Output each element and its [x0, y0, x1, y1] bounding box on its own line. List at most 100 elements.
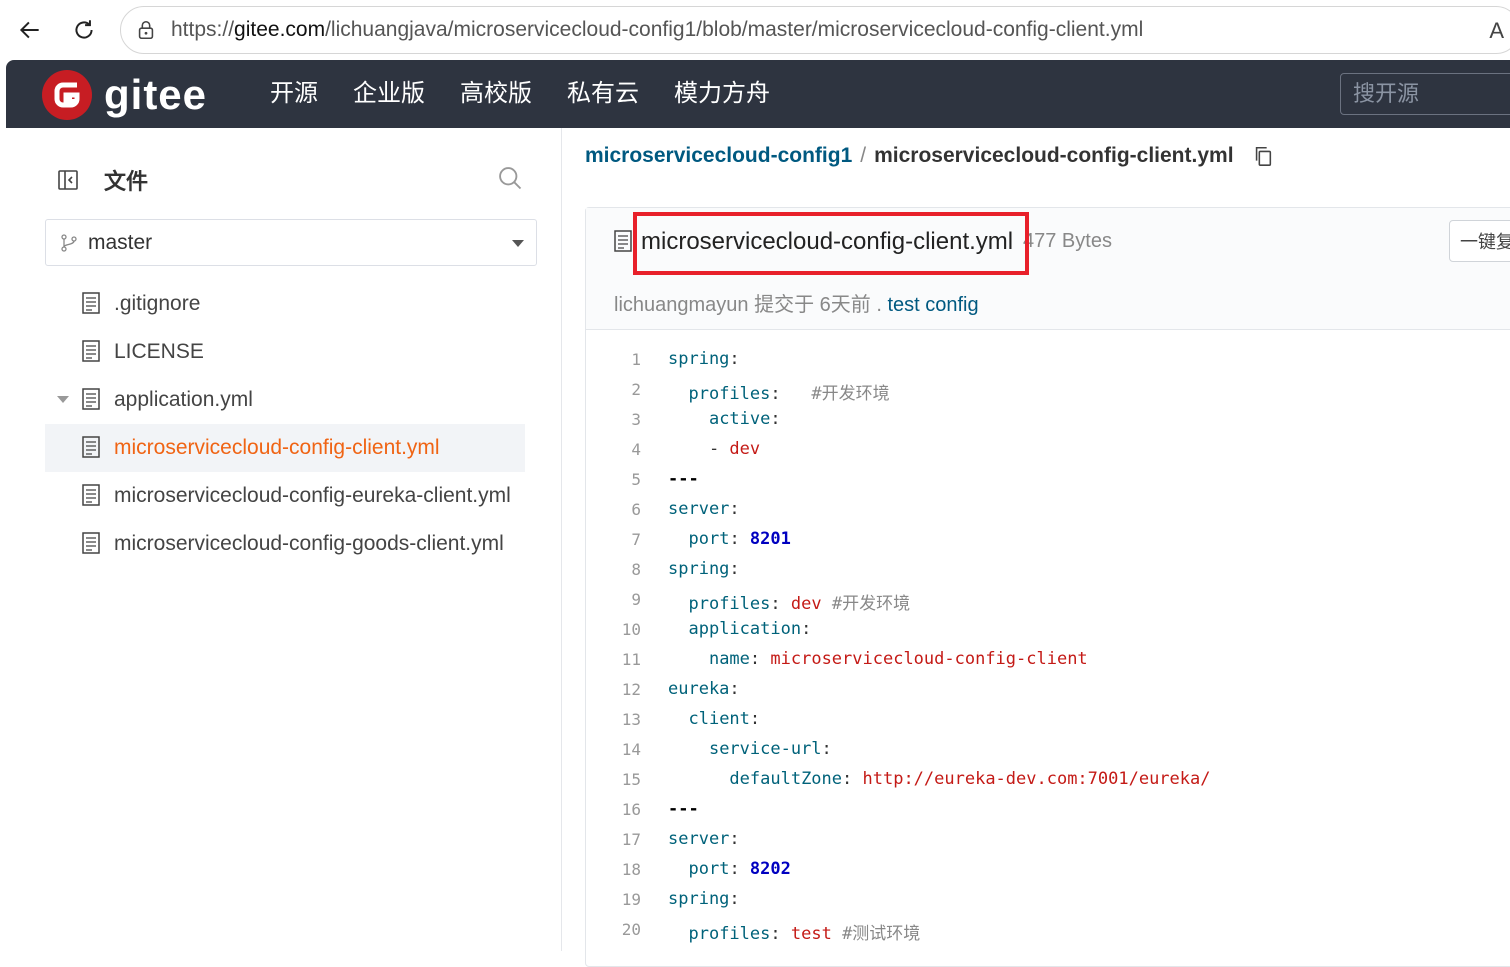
commit-message-link[interactable]: test config — [887, 294, 978, 316]
file-icon — [614, 230, 632, 252]
line-number[interactable]: 15 — [586, 770, 641, 789]
line-number[interactable]: 12 — [586, 680, 641, 699]
code-line: 17 server: — [586, 825, 1510, 855]
code-line: 2 profiles: #开发环境 — [586, 375, 1510, 405]
code-line: 6 server: — [586, 495, 1510, 525]
code-text: application: — [688, 619, 812, 639]
branch-select[interactable]: master — [45, 219, 537, 266]
nav-enterprise[interactable]: 企业版 — [353, 76, 425, 112]
code-text: client: — [688, 709, 761, 729]
nav-open-source[interactable]: 开源 — [270, 76, 318, 112]
back-arrow-icon — [19, 21, 39, 39]
file-tree: .gitignore LICENSE application.yml micro… — [45, 280, 525, 568]
code-text: defaultZone: http://eureka-dev.com:7001/… — [729, 769, 1211, 789]
code-line: 9 profiles: dev #开发环境 — [586, 585, 1510, 615]
file-name: application.yml — [114, 388, 253, 411]
address-bar[interactable]: https://gitee.com/lichuangjava/microserv… — [120, 6, 1510, 54]
code-text: spring: — [668, 889, 740, 909]
code-text: server: — [668, 829, 740, 849]
code-line: 15 defaultZone: http://eureka-dev.com:70… — [586, 765, 1510, 795]
site-header: gitee 开源 企业版 高校版 私有云 模力方舟 — [6, 60, 1510, 128]
nav-moli[interactable]: 模力方舟 — [674, 76, 770, 112]
code-line: 18 port: 8202 — [586, 855, 1510, 885]
code-text: spring: — [668, 349, 740, 369]
file-icon — [82, 340, 100, 362]
line-number[interactable]: 16 — [586, 800, 641, 819]
code-line: 12 eureka: — [586, 675, 1510, 705]
branch-icon — [61, 233, 77, 252]
code-text: eureka: — [668, 679, 740, 699]
line-number[interactable]: 2 — [586, 380, 641, 399]
nav-education[interactable]: 高校版 — [460, 76, 532, 112]
code-text: profiles: #开发环境 — [688, 384, 890, 404]
line-number[interactable]: 6 — [586, 500, 641, 519]
code-line: 20 profiles: test #测试环境 — [586, 915, 1510, 945]
code-text: service-url: — [708, 739, 832, 759]
code-view: 1 spring: 2 profiles: #开发环境 3 active: 4 - de… — [586, 330, 1510, 945]
header-search[interactable] — [1340, 73, 1510, 115]
code-line: 5 --- — [586, 465, 1510, 495]
breadcrumb-repo-link[interactable]: microservicecloud-config1 — [585, 144, 852, 168]
url-text[interactable]: https://gitee.com/lichuangjava/microserv… — [171, 18, 1143, 42]
breadcrumb: microservicecloud-config1 / microservice… — [585, 144, 1274, 168]
code-text: port: 8202 — [688, 859, 791, 879]
line-number[interactable]: 8 — [586, 560, 641, 579]
file-icon — [82, 292, 100, 314]
reload-icon — [75, 20, 93, 39]
commit-time: 提交于 6天前 . — [748, 294, 888, 316]
expand-caret-icon[interactable] — [57, 396, 69, 403]
code-line: 16 --- — [586, 795, 1510, 825]
code-text: name: microservicecloud-config-client — [708, 649, 1088, 669]
file-name: .gitignore — [114, 292, 201, 315]
file-name: LICENSE — [114, 340, 204, 363]
logo-text: gitee — [104, 71, 208, 118]
line-number[interactable]: 17 — [586, 830, 641, 849]
line-number[interactable]: 20 — [586, 920, 641, 939]
file-tree-item[interactable]: .gitignore — [45, 280, 525, 328]
line-number[interactable]: 7 — [586, 530, 641, 549]
commit-info: lichuangmayun 提交于 6天前 . test config — [614, 288, 979, 317]
branch-name: master — [88, 230, 153, 254]
sidebar-toggle-icon[interactable] — [56, 168, 80, 192]
annotation-highlight-box — [633, 212, 1029, 275]
line-number[interactable]: 5 — [586, 470, 641, 489]
line-number[interactable]: 18 — [586, 860, 641, 879]
header-search-input[interactable] — [1341, 74, 1510, 114]
reload-button[interactable] — [66, 12, 102, 48]
code-line: 19 spring: — [586, 885, 1510, 915]
file-tree-item[interactable]: microservicecloud-config-eureka-client.y… — [45, 472, 525, 520]
breadcrumb-file: microservicecloud-config-client.yml — [874, 144, 1234, 167]
line-number[interactable]: 9 — [586, 590, 641, 609]
file-icon — [82, 436, 100, 458]
commit-author[interactable]: lichuangmayun — [614, 294, 749, 316]
code-line: 10 application: — [586, 615, 1510, 645]
file-name: microservicecloud-config-eureka-client.y… — [114, 484, 511, 507]
line-number[interactable]: 10 — [586, 620, 641, 639]
line-number[interactable]: 11 — [586, 650, 641, 669]
code-text: --- — [668, 469, 699, 489]
file-tree-item[interactable]: application.yml — [45, 376, 525, 424]
line-number[interactable]: 13 — [586, 710, 641, 729]
back-button[interactable] — [12, 12, 48, 48]
browser-toolbar: https://gitee.com/lichuangjava/microserv… — [0, 0, 1510, 60]
line-number[interactable]: 3 — [586, 410, 641, 429]
line-number[interactable]: 19 — [586, 890, 641, 909]
gitee-logo[interactable]: gitee — [42, 70, 207, 120]
line-number[interactable]: 14 — [586, 740, 641, 759]
file-icon — [82, 484, 100, 506]
file-tree-item[interactable]: LICENSE — [45, 328, 525, 376]
read-aloud-icon[interactable]: A — [1489, 18, 1504, 44]
file-tree-panel: 文件 master .gitignore LICENSE application… — [6, 128, 562, 951]
search-icon[interactable] — [496, 164, 524, 192]
lock-icon[interactable] — [135, 19, 157, 41]
code-text: server: — [668, 499, 740, 519]
copy-all-button[interactable]: 一键复制 — [1449, 220, 1510, 262]
nav-private-cloud[interactable]: 私有云 — [567, 76, 639, 112]
file-panel-header: 文件 — [56, 164, 148, 196]
breadcrumb-separator: / — [860, 144, 867, 167]
file-tree-item-active[interactable]: microservicecloud-config-client.yml — [45, 424, 525, 472]
line-number[interactable]: 1 — [586, 350, 641, 369]
file-tree-item[interactable]: microservicecloud-config-goods-client.ym… — [45, 520, 525, 568]
copy-icon[interactable] — [1252, 145, 1274, 167]
line-number[interactable]: 4 — [586, 440, 641, 459]
